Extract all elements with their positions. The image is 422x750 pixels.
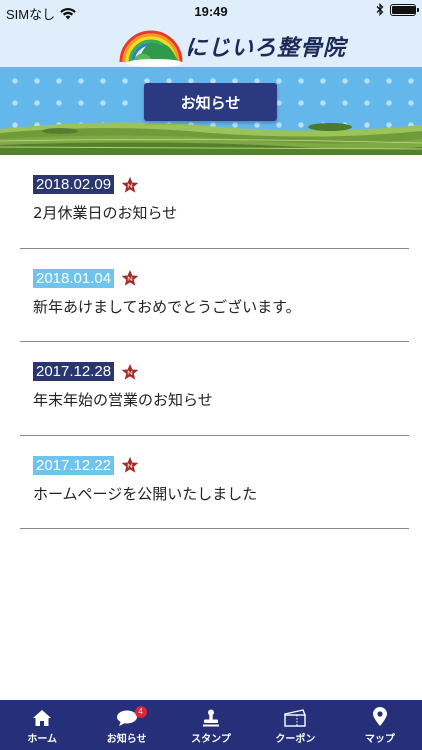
status-time: 19:49 [194, 4, 228, 19]
divider [20, 528, 409, 529]
news-meta: 2018.01.04 [33, 268, 139, 288]
news-title: 2月休業日のお知らせ [33, 204, 178, 222]
stamp-icon [203, 709, 220, 727]
tab-coupon[interactable]: クーポン [253, 700, 337, 750]
news-item[interactable]: 2018.01.04 新年あけましておめでとうございます。 [0, 249, 422, 342]
tab-map-label: マップ [364, 734, 395, 745]
bluetooth-icon [376, 3, 384, 16]
news-list: 2018.02.09 2月休業日のお知らせ 2018.01.04 新年あけましておめで… [0, 155, 422, 529]
notification-count-badge: 4 [134, 706, 147, 718]
brand-logo-text: にじいろ整骨院 [185, 35, 347, 61]
battery-level-fill [392, 5, 415, 14]
status-right-group [376, 3, 419, 16]
news-item[interactable]: 2017.12.22 ホームページを公開いたしました [0, 436, 422, 529]
news-title: ホームページを公開いたしました [33, 484, 258, 503]
news-item[interactable]: 2018.02.09 2月休業日のお知らせ [0, 155, 422, 249]
news-meta: 2017.12.28 [33, 362, 139, 381]
tab-map[interactable]: マップ [338, 700, 422, 750]
tab-home-label: ホーム [27, 734, 58, 745]
tab-news-label: お知らせ [106, 734, 147, 745]
tab-coupon-label: クーポン [275, 734, 316, 745]
news-title: 年末年始の営業のお知らせ [33, 391, 213, 409]
page-banner: お知らせ [0, 67, 422, 155]
news-date-badge: 2017.12.22 [33, 455, 115, 475]
page-title: お知らせ [144, 83, 277, 121]
star-icon [121, 176, 139, 193]
tab-stamp-label: スタンプ [191, 734, 231, 745]
battery-icon [390, 3, 419, 16]
star-icon [121, 456, 139, 473]
home-icon [33, 710, 52, 726]
star-icon [121, 269, 139, 286]
star-icon [121, 363, 139, 380]
news-item[interactable]: 2017.12.28 年末年始の営業のお知らせ [0, 342, 422, 436]
map-pin-icon [372, 707, 387, 726]
logo-header: にじいろ整骨院 [0, 22, 422, 67]
rainbow-logo-icon [119, 30, 183, 67]
news-date-badge: 2017.12.28 [33, 362, 115, 381]
tab-stamp[interactable]: スタンプ [169, 700, 253, 750]
news-title: 新年あけましておめでとうございます。 [33, 297, 301, 316]
tab-home[interactable]: ホーム [0, 700, 84, 750]
coupon-icon [284, 709, 307, 727]
status-bar: SIMなし 19:49 [0, 0, 422, 22]
news-date-badge: 2018.01.04 [33, 268, 115, 288]
news-date-badge: 2018.02.09 [33, 175, 115, 194]
bottom-tab-bar: ホーム 4 お知らせ スタンプ クーポン マップ [0, 700, 422, 750]
tab-news[interactable]: 4 お知らせ [84, 700, 168, 750]
news-meta: 2017.12.22 [33, 455, 139, 475]
news-meta: 2018.02.09 [33, 175, 139, 194]
